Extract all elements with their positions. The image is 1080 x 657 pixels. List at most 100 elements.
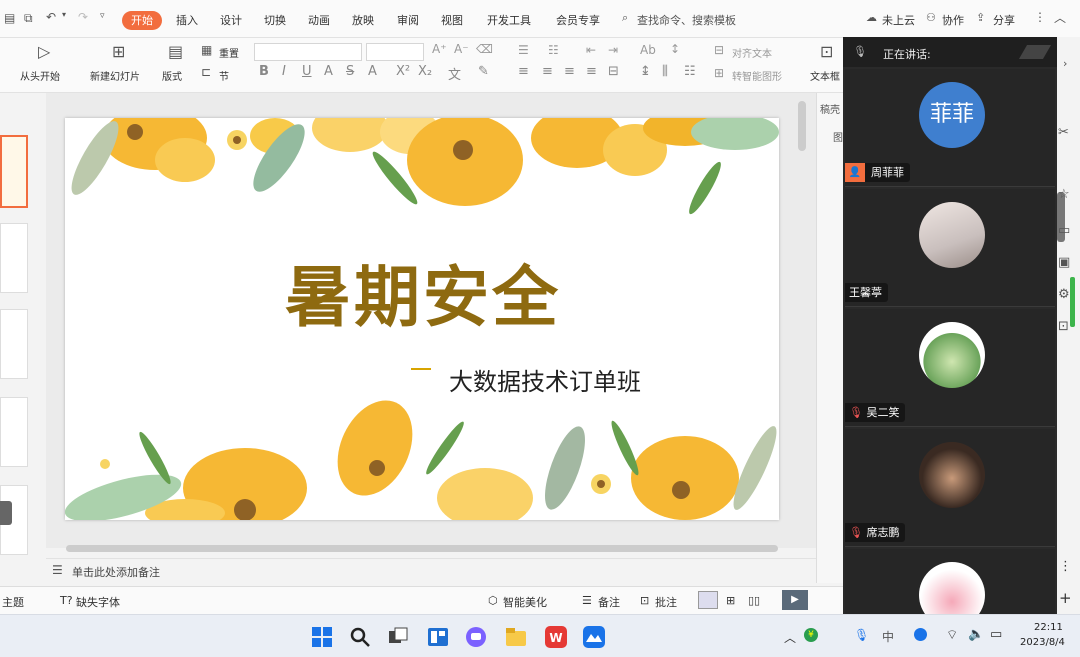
save-icon[interactable]: ▤ — [4, 11, 15, 25]
strikethrough-icon[interactable]: S — [346, 64, 354, 79]
undo-dropdown-icon[interactable]: ▾ — [62, 10, 66, 19]
underline-icon[interactable]: U — [302, 64, 312, 79]
tool-icon[interactable]: ✂ — [1058, 125, 1069, 140]
ime-indicator[interactable]: 中 — [882, 628, 894, 645]
settings-icon[interactable]: ⚙ — [1058, 287, 1070, 302]
tab-home[interactable]: 开始 — [122, 11, 162, 30]
battery-icon[interactable]: ▭ — [990, 627, 1002, 642]
italic-icon[interactable]: I — [282, 64, 286, 79]
participant-tile[interactable]: 菲菲 👤 周菲菲 — [845, 69, 1055, 187]
chat-icon[interactable] — [464, 625, 488, 649]
from-start-button[interactable]: 从头开始 — [20, 68, 60, 83]
shadow-icon[interactable]: A — [324, 64, 333, 79]
align-text-button[interactable]: 对齐文本 — [732, 45, 772, 60]
search-icon[interactable] — [348, 625, 372, 649]
play-slideshow-button[interactable]: ▶ — [782, 590, 808, 610]
reading-view-icon[interactable]: ▯▯ — [748, 594, 760, 607]
normal-view-icon[interactable] — [698, 591, 718, 609]
more-icon[interactable]: ⋮ — [1034, 10, 1046, 24]
numbering-icon[interactable]: ☷ — [548, 43, 559, 57]
cloud-status[interactable]: 未上云 — [882, 12, 915, 28]
collaborate-button[interactable]: 协作 — [942, 12, 964, 28]
distribute-icon[interactable]: ⊟ — [608, 64, 619, 79]
task-view-icon[interactable] — [386, 625, 410, 649]
widgets-icon[interactable] — [426, 625, 450, 649]
para-spacing-icon[interactable]: ↨ — [640, 64, 651, 79]
tab-transition[interactable]: 切换 — [264, 12, 286, 28]
clock-time[interactable]: 22:11 — [1034, 622, 1063, 633]
file-explorer-icon[interactable] — [504, 625, 528, 649]
justify-icon[interactable]: ≡ — [586, 64, 597, 79]
mic-tray-icon[interactable]: 🎙 — [854, 628, 869, 642]
slide-thumbnail[interactable] — [0, 397, 28, 467]
participant-tile[interactable]: 🎙 席志鹏 — [845, 429, 1055, 547]
tab-developer[interactable]: 开发工具 — [487, 12, 531, 28]
section-button[interactable]: 节 — [219, 68, 229, 83]
slide[interactable]: 暑期安全 大数据技术订单班 — [65, 118, 779, 520]
share-button[interactable]: 分享 — [993, 12, 1015, 28]
increase-indent-icon[interactable]: ⇥ — [608, 43, 618, 57]
tab-review[interactable]: 审阅 — [397, 12, 419, 28]
redo-icon[interactable]: ↷ — [78, 10, 88, 24]
tray-overflow-icon[interactable]: ︿ — [784, 629, 796, 646]
command-search[interactable]: 查找命令、搜索模板 — [637, 12, 736, 28]
shrink-font-icon[interactable]: A⁻ — [454, 42, 469, 56]
line-spacing-icon[interactable]: ↕ — [670, 42, 680, 56]
participant-tile[interactable]: 王馨葶 — [845, 189, 1055, 307]
wps-icon[interactable]: W — [544, 625, 568, 649]
font-color-icon[interactable]: A — [368, 64, 377, 79]
more-options-icon[interactable]: ⋮ — [1059, 559, 1072, 574]
clear-format-icon[interactable]: ⌫ — [476, 42, 493, 56]
image-icon[interactable]: ▣ — [1058, 255, 1070, 270]
font-size-select[interactable] — [366, 43, 424, 61]
thumbnail-scroll-handle[interactable] — [0, 501, 12, 525]
undo-icon[interactable]: ↶ — [46, 10, 56, 24]
text-fill-icon[interactable]: ☷ — [684, 64, 696, 79]
layout-button[interactable]: 版式 — [162, 68, 182, 83]
volume-icon[interactable]: 🔈 — [968, 627, 984, 642]
comments-button[interactable]: 批注 — [655, 594, 677, 610]
collapse-ribbon-icon[interactable]: ︿ — [1054, 9, 1066, 26]
participant-tile[interactable]: 🎙 吴二笑 — [845, 309, 1055, 427]
window-icon[interactable]: ▭ — [1058, 223, 1070, 238]
highlight-icon[interactable]: ✎ — [478, 64, 489, 79]
participant-tile[interactable] — [845, 549, 1055, 628]
horizontal-scrollbar[interactable] — [66, 545, 778, 552]
reset-button[interactable]: 重置 — [219, 45, 239, 60]
tab-member[interactable]: 会员专享 — [556, 12, 600, 28]
bullets-icon[interactable]: ☰ — [518, 43, 529, 57]
tab-design[interactable]: 设计 — [220, 12, 242, 28]
smartart-button[interactable]: 转智能图形 — [732, 68, 782, 83]
add-icon[interactable]: + — [1059, 589, 1072, 607]
font-name-select[interactable] — [254, 43, 362, 61]
textbox-button[interactable]: 文本框 — [810, 68, 840, 83]
text-direction-icon[interactable]: Ab — [640, 43, 656, 57]
align-center-icon[interactable]: ≡ — [542, 64, 553, 79]
tab-insert[interactable]: 插入 — [176, 12, 198, 28]
collapse-pane-icon[interactable]: › — [1063, 57, 1067, 70]
notes-toggle-button[interactable]: 备注 — [598, 594, 620, 610]
new-slide-button[interactable]: 新建幻灯片 — [90, 68, 140, 83]
phonetic-icon[interactable]: 文 — [448, 64, 461, 83]
columns-icon[interactable]: ⫼ — [662, 64, 668, 79]
align-right-icon[interactable]: ≡ — [564, 64, 575, 79]
beautify-button[interactable]: 智能美化 — [503, 594, 547, 610]
tray-app-icon[interactable]: ¥ — [804, 628, 818, 642]
missing-font-button[interactable]: 缺失字体 — [76, 594, 120, 610]
sorter-view-icon[interactable]: ⊞ — [726, 594, 735, 607]
quick-access-dropdown-icon[interactable]: ▿ — [100, 11, 105, 21]
grow-font-icon[interactable]: A⁺ — [432, 42, 447, 56]
theme-button[interactable]: 主题 — [2, 594, 24, 610]
slide-title[interactable]: 暑期安全 — [285, 244, 561, 340]
slide-thumbnail[interactable] — [0, 135, 28, 208]
slide-subtitle[interactable]: 大数据技术订单班 — [449, 362, 641, 397]
bold-icon[interactable]: B — [259, 64, 269, 79]
tray-blue-icon[interactable] — [914, 628, 927, 641]
tab-slideshow[interactable]: 放映 — [352, 12, 374, 28]
windows-start-icon[interactable] — [310, 625, 334, 649]
clock-date[interactable]: 2023/8/4 — [1020, 637, 1065, 648]
vertical-scrollbar[interactable] — [798, 101, 806, 151]
decrease-indent-icon[interactable]: ⇤ — [586, 43, 596, 57]
notes-placeholder[interactable]: 单击此处添加备注 — [72, 564, 160, 580]
print-preview-icon[interactable]: ⧉ — [24, 11, 33, 26]
